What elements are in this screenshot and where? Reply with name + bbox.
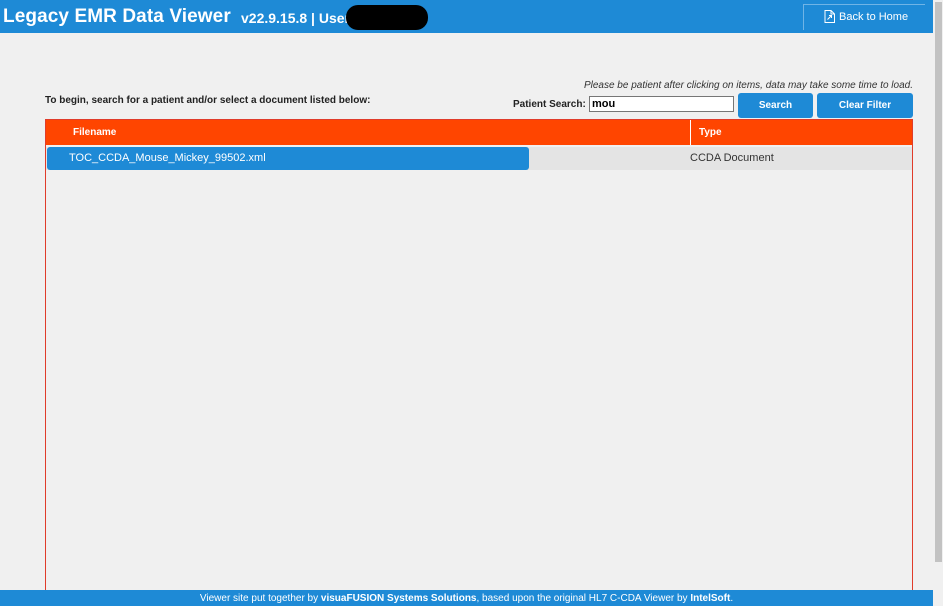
scrollbar-thumb[interactable] <box>935 2 942 562</box>
column-header-filename[interactable]: Filename <box>73 127 116 138</box>
footer-original-author: IntelSoft <box>690 593 731 604</box>
footer-middle: , based upon the original HL7 C-CDA View… <box>476 593 691 604</box>
table-row[interactable]: TOC_CCDA_Mouse_Mickey_99502.xml CCDA Doc… <box>46 147 912 170</box>
back-to-home-label: Back to Home <box>839 11 909 23</box>
footer-suffix: . <box>730 593 734 604</box>
page-scrollbar[interactable] <box>933 0 943 606</box>
column-header-type[interactable]: Type <box>699 127 722 138</box>
redacted-username <box>346 5 428 30</box>
patient-search-input[interactable] <box>589 96 734 112</box>
version-user-label: v22.9.15.8 | User: <box>241 10 355 26</box>
loading-notice: Please be patient after clicking on item… <box>583 80 913 91</box>
page: Legacy EMR Data Viewer v22.9.15.8 | User… <box>0 0 943 606</box>
footer-company: visuaFUSION Systems Solutions <box>320 593 477 604</box>
document-link-icon <box>824 10 835 23</box>
app-header: Legacy EMR Data Viewer v22.9.15.8 | User… <box>0 0 933 33</box>
footer-prefix: Viewer site put together by <box>199 593 321 604</box>
instructions-text: To begin, search for a patient and/or se… <box>45 95 371 106</box>
row-filename[interactable]: TOC_CCDA_Mouse_Mickey_99502.xml <box>69 152 266 164</box>
table-header: Filename Type <box>46 120 912 145</box>
patient-search-label: Patient Search: <box>513 99 586 110</box>
column-divider <box>690 120 691 145</box>
row-filename-cell[interactable]: TOC_CCDA_Mouse_Mickey_99502.xml <box>47 147 529 170</box>
back-to-home-button[interactable]: Back to Home <box>803 4 925 30</box>
page-footer: Viewer site put together by visuaFUSION … <box>0 590 933 606</box>
row-type: CCDA Document <box>690 152 774 164</box>
clear-filter-button[interactable]: Clear Filter <box>817 93 913 118</box>
app-title: Legacy EMR Data Viewer <box>3 6 231 27</box>
search-button[interactable]: Search <box>738 93 813 118</box>
documents-table: Filename Type TOC_CCDA_Mouse_Mickey_9950… <box>45 119 913 599</box>
